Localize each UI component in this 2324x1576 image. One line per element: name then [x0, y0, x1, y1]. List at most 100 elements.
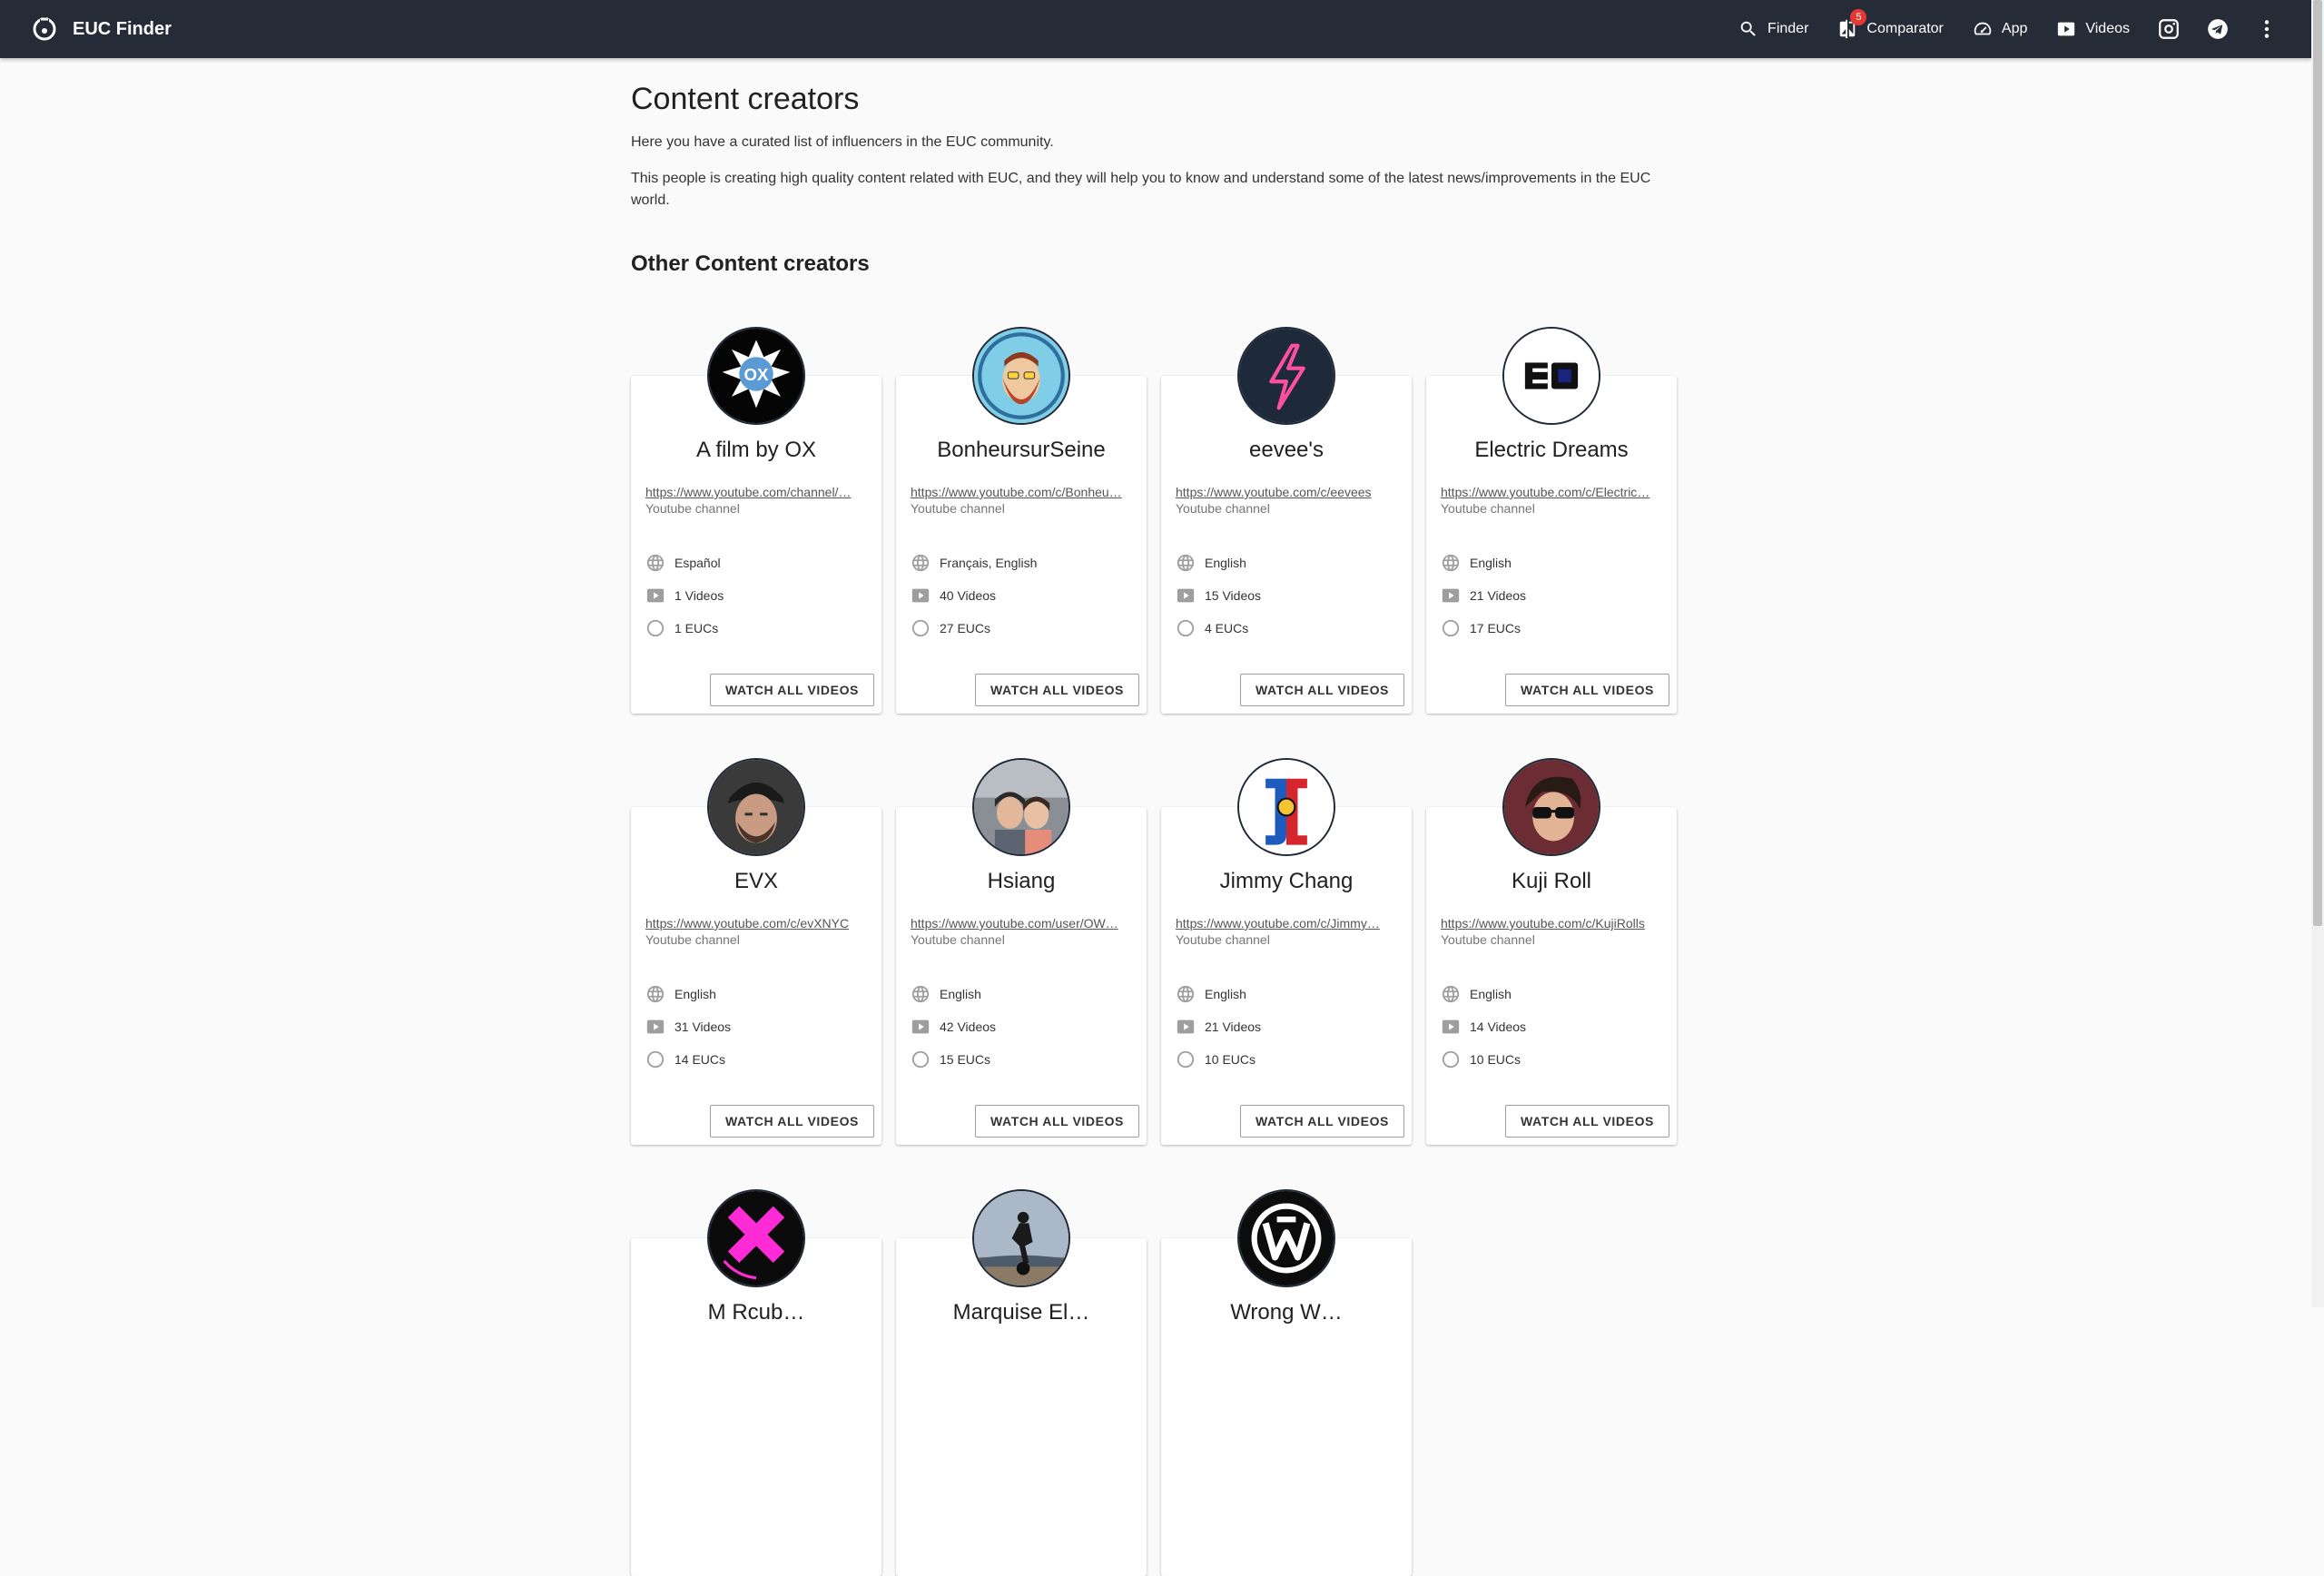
channel-type: Youtube channel — [911, 501, 1005, 516]
comparator-badge: 5 — [1850, 9, 1867, 25]
channel-type: Youtube channel — [1176, 932, 1270, 947]
avatar[interactable] — [1237, 327, 1335, 425]
creator-name: Kuji Roll — [1511, 869, 1592, 893]
videos-row: 14 Videos — [1441, 1010, 1662, 1043]
language-text: Français, English — [940, 556, 1038, 570]
language-row: English — [1441, 978, 1662, 1010]
globe-icon — [1442, 554, 1460, 572]
wheel-icon — [911, 1050, 930, 1069]
channel-link[interactable]: https://www.youtube.com/c/eevees — [1176, 485, 1397, 499]
nav-more[interactable] — [2242, 0, 2291, 58]
videos-count: 42 Videos — [940, 1019, 997, 1034]
avatar[interactable] — [972, 758, 1070, 856]
avatar[interactable] — [1502, 758, 1600, 856]
language-row: Français, English — [911, 547, 1132, 579]
speedometer-icon — [1974, 22, 1992, 35]
avatar[interactable] — [707, 758, 805, 856]
videos-row: 42 Videos — [911, 1010, 1132, 1043]
channel-link[interactable]: https://www.youtube.com/c/Bonheu… — [911, 485, 1132, 499]
videos-row: 21 Videos — [1441, 579, 1662, 612]
eucs-count: 10 EUCs — [1205, 1052, 1256, 1067]
avatar-bonheursurseine-image — [974, 329, 1068, 423]
top-nav: Finder 5 Comparator App Videos — [1724, 0, 2291, 58]
channel-link[interactable]: https://www.youtube.com/c/evXNYC — [645, 916, 867, 931]
globe-icon — [1442, 985, 1460, 1003]
watch-all-videos-button[interactable]: WATCH ALL VIDEOS — [1239, 1105, 1404, 1138]
language-text: English — [675, 987, 716, 1001]
app-bar: EUC Finder Finder 5 Comparator App Video… — [0, 0, 2311, 58]
creator-meta: English 31 Videos 14 EUCs — [645, 978, 867, 1076]
creator-card: Marquise El… — [896, 1189, 1147, 1576]
avatar-rider-silhouette-image — [974, 1191, 1068, 1285]
channel-link[interactable]: https://www.youtube.com/channel/… — [645, 485, 867, 499]
creator-name: M Rcub… — [707, 1300, 805, 1325]
eucs-row: 27 EUCs — [911, 612, 1132, 645]
creator-card: Electric Dreams https://www.youtube.com/… — [1426, 327, 1677, 714]
avatar[interactable]: OX — [707, 327, 805, 425]
avatar[interactable] — [1237, 758, 1335, 856]
avatar-eevees-image — [1239, 329, 1334, 423]
search-icon — [1740, 21, 1756, 36]
watch-all-videos-button[interactable]: WATCH ALL VIDEOS — [974, 674, 1139, 706]
channel-link[interactable]: https://www.youtube.com/c/Electric… — [1441, 485, 1662, 499]
videos-count: 14 Videos — [1470, 1019, 1527, 1034]
channel-link[interactable]: https://www.youtube.com/c/KujiRolls — [1441, 916, 1662, 931]
scrollbar-thumb[interactable] — [2313, 0, 2322, 926]
nav-finder[interactable]: Finder — [1724, 0, 1823, 58]
channel-link[interactable]: https://www.youtube.com/c/Jimmy… — [1176, 916, 1397, 931]
creator-card: EVX https://www.youtube.com/c/evXNYC You… — [631, 758, 881, 1145]
channel-link[interactable]: https://www.youtube.com/user/OW… — [911, 916, 1132, 931]
avatar[interactable] — [707, 1189, 805, 1287]
watch-all-videos-button[interactable]: WATCH ALL VIDEOS — [1504, 674, 1669, 706]
video-icon — [1177, 588, 1195, 603]
more-vert-icon — [2264, 20, 2270, 38]
app-title: EUC Finder — [73, 18, 172, 39]
eucs-row: 15 EUCs — [911, 1043, 1132, 1076]
videos-count: 1 Videos — [675, 588, 724, 603]
vertical-scrollbar[interactable] — [2311, 0, 2324, 1307]
watch-all-videos-button[interactable]: WATCH ALL VIDEOS — [1239, 674, 1404, 706]
creator-name: EVX — [734, 869, 779, 893]
avatar[interactable] — [1502, 327, 1600, 425]
nav-app-label: App — [2001, 21, 2028, 36]
wheel-icon — [1177, 619, 1195, 637]
language-row: English — [1176, 547, 1397, 579]
creator-card: Hsiang https://www.youtube.com/user/OW… … — [896, 758, 1147, 1145]
language-text: English — [1470, 556, 1512, 570]
svg-text:OX: OX — [743, 365, 769, 384]
creators-grid: OX A film by OX https://www.youtube.com/… — [631, 327, 1684, 1576]
channel-type: Youtube channel — [1176, 501, 1270, 516]
avatar[interactable] — [1237, 1189, 1335, 1287]
creator-meta: English 21 Videos 17 EUCs — [1441, 547, 1662, 645]
intro-text-2: This people is creating high quality con… — [631, 171, 1651, 208]
watch-all-videos-button[interactable]: WATCH ALL VIDEOS — [709, 674, 874, 706]
creator-name: Marquise El… — [952, 1300, 1090, 1325]
channel-type: Youtube channel — [645, 501, 740, 516]
nav-instagram[interactable] — [2144, 0, 2193, 58]
avatar[interactable] — [972, 327, 1070, 425]
nav-comparator[interactable]: 5 Comparator — [1823, 0, 1957, 58]
eucs-row: 4 EUCs — [1176, 612, 1397, 645]
video-icon — [911, 588, 930, 603]
creator-card: M Rcub… — [631, 1189, 881, 1576]
eucs-row: 17 EUCs — [1441, 612, 1662, 645]
watch-all-videos-button[interactable]: WATCH ALL VIDEOS — [974, 1105, 1139, 1138]
videos-count: 21 Videos — [1205, 1019, 1262, 1034]
nav-app[interactable]: App — [1958, 0, 2042, 58]
creator-meta: English 14 Videos 10 EUCs — [1441, 978, 1662, 1076]
language-text: English — [1205, 556, 1246, 570]
globe-icon — [1177, 985, 1195, 1003]
avatar-ox-image: OX — [709, 329, 803, 423]
creator-card: Kuji Roll https://www.youtube.com/c/Kuji… — [1426, 758, 1677, 1145]
avatar-ww-logo-image — [1239, 1191, 1334, 1285]
watch-all-videos-button[interactable]: WATCH ALL VIDEOS — [1504, 1105, 1669, 1138]
language-row: Español — [645, 547, 867, 579]
nav-telegram[interactable] — [2193, 0, 2242, 58]
watch-all-videos-button[interactable]: WATCH ALL VIDEOS — [709, 1105, 874, 1138]
avatar[interactable] — [972, 1189, 1070, 1287]
intro-text: Here you have a curated list of influenc… — [631, 134, 1054, 150]
video-icon — [2058, 22, 2075, 36]
videos-count: 31 Videos — [675, 1019, 732, 1034]
brand[interactable]: EUC Finder — [31, 0, 172, 58]
nav-videos[interactable]: Videos — [2042, 0, 2144, 58]
